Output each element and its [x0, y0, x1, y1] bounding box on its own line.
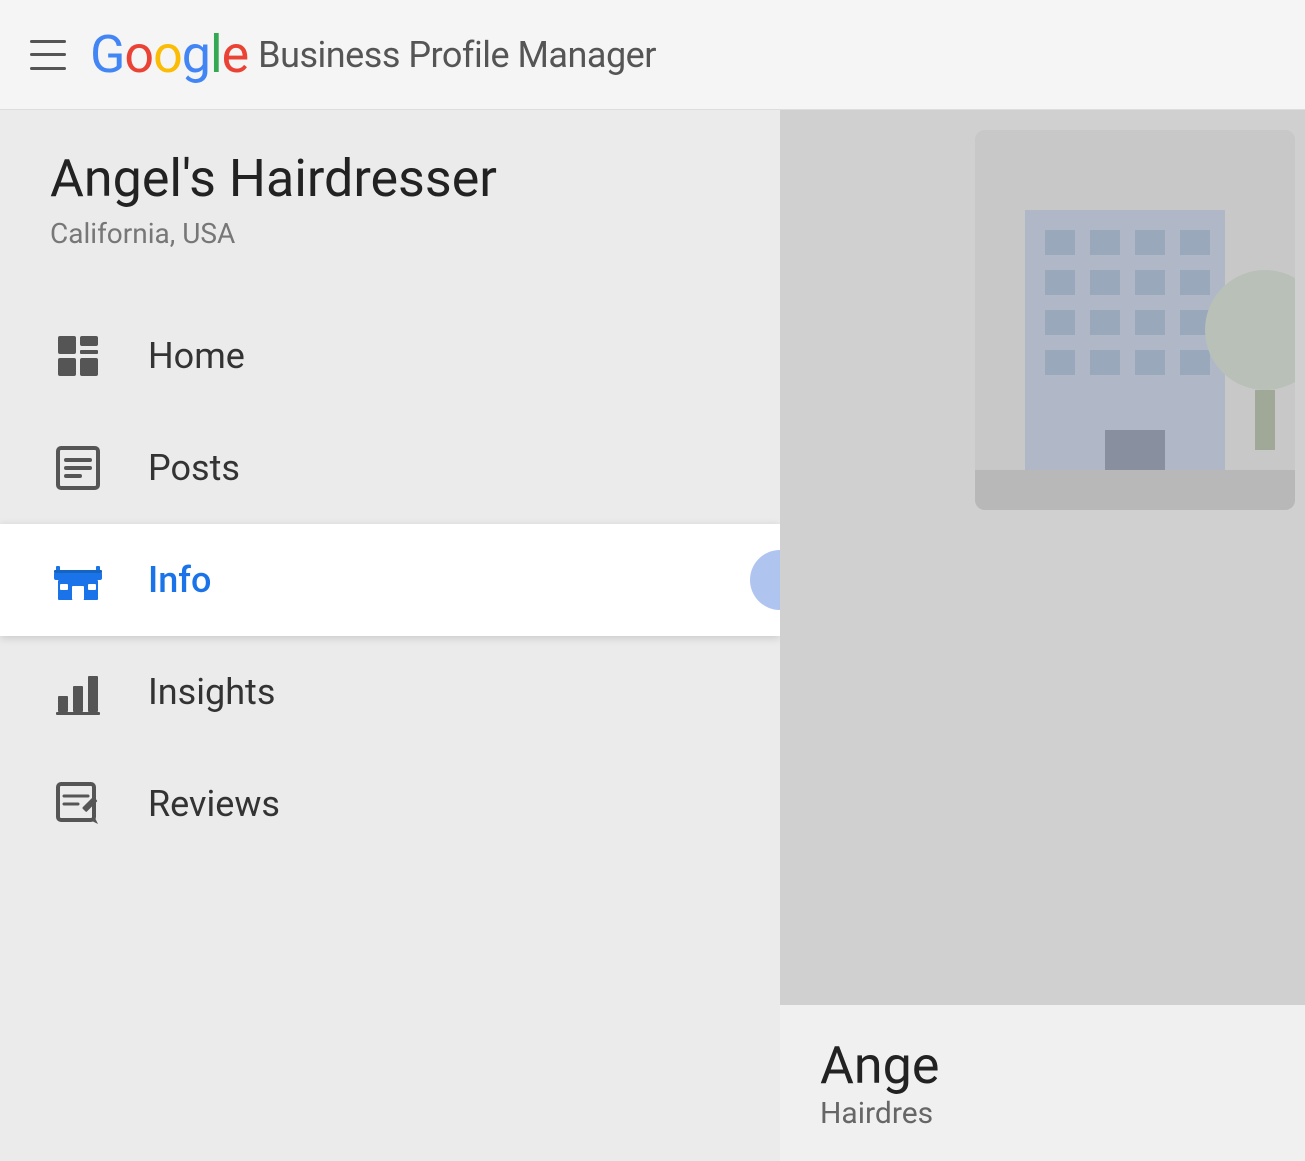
google-logo: Google — [90, 24, 248, 85]
app-header: Google Business Profile Manager — [0, 0, 1305, 110]
app-title: Business Profile Manager — [258, 34, 656, 76]
business-photo — [975, 130, 1295, 510]
main-layout: Angel's Hairdresser California, USA Home — [0, 110, 1305, 1161]
posts-icon — [50, 440, 106, 496]
business-card-type: Hairdres — [820, 1096, 1265, 1131]
sidebar-item-insights[interactable]: Insights — [0, 636, 780, 748]
insights-label: Insights — [148, 671, 275, 713]
sidebar-item-posts[interactable]: Posts — [0, 412, 780, 524]
reviews-label: Reviews — [148, 783, 280, 825]
business-name: Angel's Hairdresser — [0, 150, 780, 207]
sidebar-item-reviews[interactable]: Reviews — [0, 748, 780, 860]
business-card: Ange Hairdres — [780, 1005, 1305, 1161]
business-location: California, USA — [0, 217, 780, 250]
map-area: Ange Hairdres — [780, 110, 1305, 1161]
sidebar-item-home[interactable]: Home — [0, 300, 780, 412]
home-label: Home — [148, 335, 245, 377]
insights-icon — [50, 664, 106, 720]
info-icon — [50, 552, 106, 608]
hamburger-menu-button[interactable] — [30, 40, 66, 70]
business-card-name: Ange — [820, 1035, 1265, 1096]
sidebar-item-info[interactable]: Info — [0, 524, 780, 636]
reviews-icon — [50, 776, 106, 832]
right-panel: Ange Hairdres — [780, 110, 1305, 1161]
header-title: Google Business Profile Manager — [90, 24, 656, 85]
info-label: Info — [148, 559, 211, 601]
home-icon — [50, 328, 106, 384]
posts-label: Posts — [148, 447, 240, 489]
sidebar: Angel's Hairdresser California, USA Home — [0, 110, 780, 1161]
